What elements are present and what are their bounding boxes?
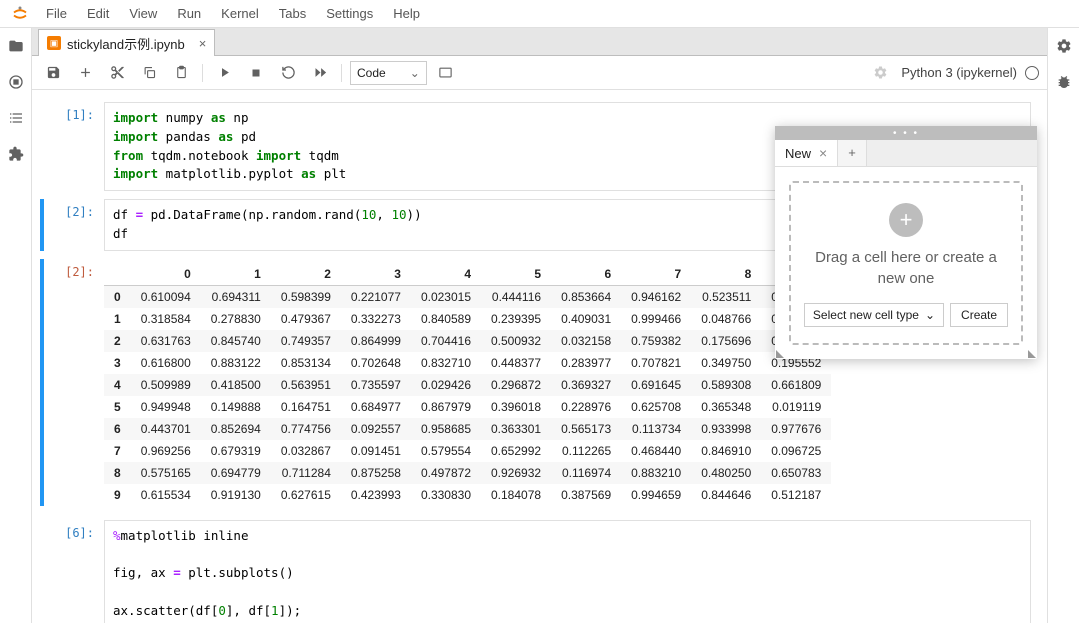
table-row: 40.5099890.4185000.5639510.7355970.02942… bbox=[104, 374, 831, 396]
resize-handle[interactable] bbox=[1025, 347, 1037, 359]
column-header: 1 bbox=[201, 263, 271, 286]
menubar: FileEditViewRunKernelTabsSettingsHelp bbox=[0, 0, 1079, 28]
menu-help[interactable]: Help bbox=[383, 2, 430, 25]
drop-zone[interactable]: + Drag a cell here or create a new one S… bbox=[789, 181, 1023, 345]
column-header: 4 bbox=[411, 263, 481, 286]
table-row: 70.9692560.6793190.0328670.0914510.57955… bbox=[104, 440, 831, 462]
restart-button[interactable] bbox=[275, 60, 301, 86]
input-prompt: [2]: bbox=[40, 199, 104, 251]
column-header: 7 bbox=[621, 263, 691, 286]
menu-kernel[interactable]: Kernel bbox=[211, 2, 269, 25]
create-button[interactable]: Create bbox=[950, 303, 1008, 327]
table-row: 50.9499480.1498880.1647510.6849770.86797… bbox=[104, 396, 831, 418]
table-row: 00.6100940.6943110.5983990.2210770.02301… bbox=[104, 285, 831, 308]
plus-icon[interactable]: + bbox=[889, 203, 923, 237]
menu-settings[interactable]: Settings bbox=[316, 2, 383, 25]
notebook-tab[interactable]: ▣ stickyland示例.ipynb × bbox=[38, 29, 215, 56]
left-sidebar bbox=[0, 28, 32, 623]
running-icon[interactable] bbox=[4, 70, 28, 94]
extension-icon[interactable] bbox=[4, 142, 28, 166]
column-header: 5 bbox=[481, 263, 551, 286]
celltype-dropdown[interactable]: Code bbox=[350, 61, 427, 85]
column-header: 6 bbox=[551, 263, 621, 286]
menu-file[interactable]: File bbox=[36, 2, 77, 25]
code-cell[interactable]: [6]: %matplotlib inline fig, ax = plt.su… bbox=[40, 520, 1031, 623]
render-button[interactable] bbox=[433, 60, 459, 86]
close-icon[interactable]: × bbox=[199, 36, 207, 51]
drop-text: Drag a cell here or create a new one bbox=[803, 247, 1009, 289]
jupyter-logo-icon bbox=[10, 4, 30, 24]
kernel-name[interactable]: Python 3 (ipykernel) bbox=[901, 65, 1017, 80]
dataframe-table: 012345678900.6100940.6943110.5983990.221… bbox=[104, 263, 831, 506]
chevron-down-icon: ⌄ bbox=[925, 308, 935, 322]
celltype-select[interactable]: Select new cell type⌄ bbox=[804, 303, 944, 327]
table-row: 60.4437010.8526940.7747560.0925570.95868… bbox=[104, 418, 831, 440]
panel-drag-handle[interactable]: • • • bbox=[775, 126, 1037, 140]
table-row: 30.6168000.8831220.8531340.7026480.83271… bbox=[104, 352, 831, 374]
sticky-tab-new[interactable]: New × bbox=[775, 140, 838, 166]
input-prompt: [6]: bbox=[40, 520, 104, 623]
close-icon[interactable]: × bbox=[819, 145, 827, 161]
cut-button[interactable] bbox=[104, 60, 130, 86]
settings-icon[interactable] bbox=[867, 60, 893, 86]
run-button[interactable] bbox=[211, 60, 237, 86]
menu-edit[interactable]: Edit bbox=[77, 2, 119, 25]
stickyland-panel: • • • New × + + Drag a cell here or crea… bbox=[775, 126, 1037, 359]
sticky-tab-label: New bbox=[785, 146, 811, 161]
save-button[interactable] bbox=[40, 60, 66, 86]
run-all-button[interactable] bbox=[307, 60, 333, 86]
debugger-icon[interactable] bbox=[1052, 70, 1076, 94]
input-prompt: [1]: bbox=[40, 102, 104, 191]
sticky-tabs: New × + bbox=[775, 140, 1037, 167]
paste-button[interactable] bbox=[168, 60, 194, 86]
menu-view[interactable]: View bbox=[119, 2, 167, 25]
code-editor[interactable]: %matplotlib inline fig, ax = plt.subplot… bbox=[104, 520, 1031, 623]
tab-bar: ▣ stickyland示例.ipynb × bbox=[32, 28, 1047, 56]
copy-button[interactable] bbox=[136, 60, 162, 86]
output-prompt: [2]: bbox=[40, 259, 104, 506]
column-header: 3 bbox=[341, 263, 411, 286]
property-inspector-icon[interactable] bbox=[1052, 34, 1076, 58]
add-cell-button[interactable] bbox=[72, 60, 98, 86]
column-header: 0 bbox=[131, 263, 201, 286]
resize-handle[interactable] bbox=[775, 347, 787, 359]
table-row: 80.5751650.6947790.7112840.8752580.49787… bbox=[104, 462, 831, 484]
table-row: 10.3185840.2788300.4793670.3322730.84058… bbox=[104, 308, 831, 330]
toc-icon[interactable] bbox=[4, 106, 28, 130]
right-sidebar bbox=[1047, 28, 1079, 623]
table-row: 20.6317630.8457400.7493570.8649990.70441… bbox=[104, 330, 831, 352]
cell-run-indicator bbox=[40, 199, 44, 251]
menu-run[interactable]: Run bbox=[167, 2, 211, 25]
table-row: 90.6155340.9191300.6276150.4239930.33083… bbox=[104, 484, 831, 506]
stop-button[interactable] bbox=[243, 60, 269, 86]
kernel-status-icon[interactable] bbox=[1025, 66, 1039, 80]
column-header: 8 bbox=[691, 263, 761, 286]
notebook-toolbar: Code Python 3 (ipykernel) bbox=[32, 56, 1047, 90]
tab-filename: stickyland示例.ipynb bbox=[67, 34, 185, 53]
menu-tabs[interactable]: Tabs bbox=[269, 2, 316, 25]
cell-run-indicator bbox=[40, 259, 44, 506]
folder-icon[interactable] bbox=[4, 34, 28, 58]
notebook-file-icon: ▣ bbox=[47, 36, 61, 50]
add-tab-button[interactable]: + bbox=[838, 140, 867, 166]
column-header: 2 bbox=[271, 263, 341, 286]
